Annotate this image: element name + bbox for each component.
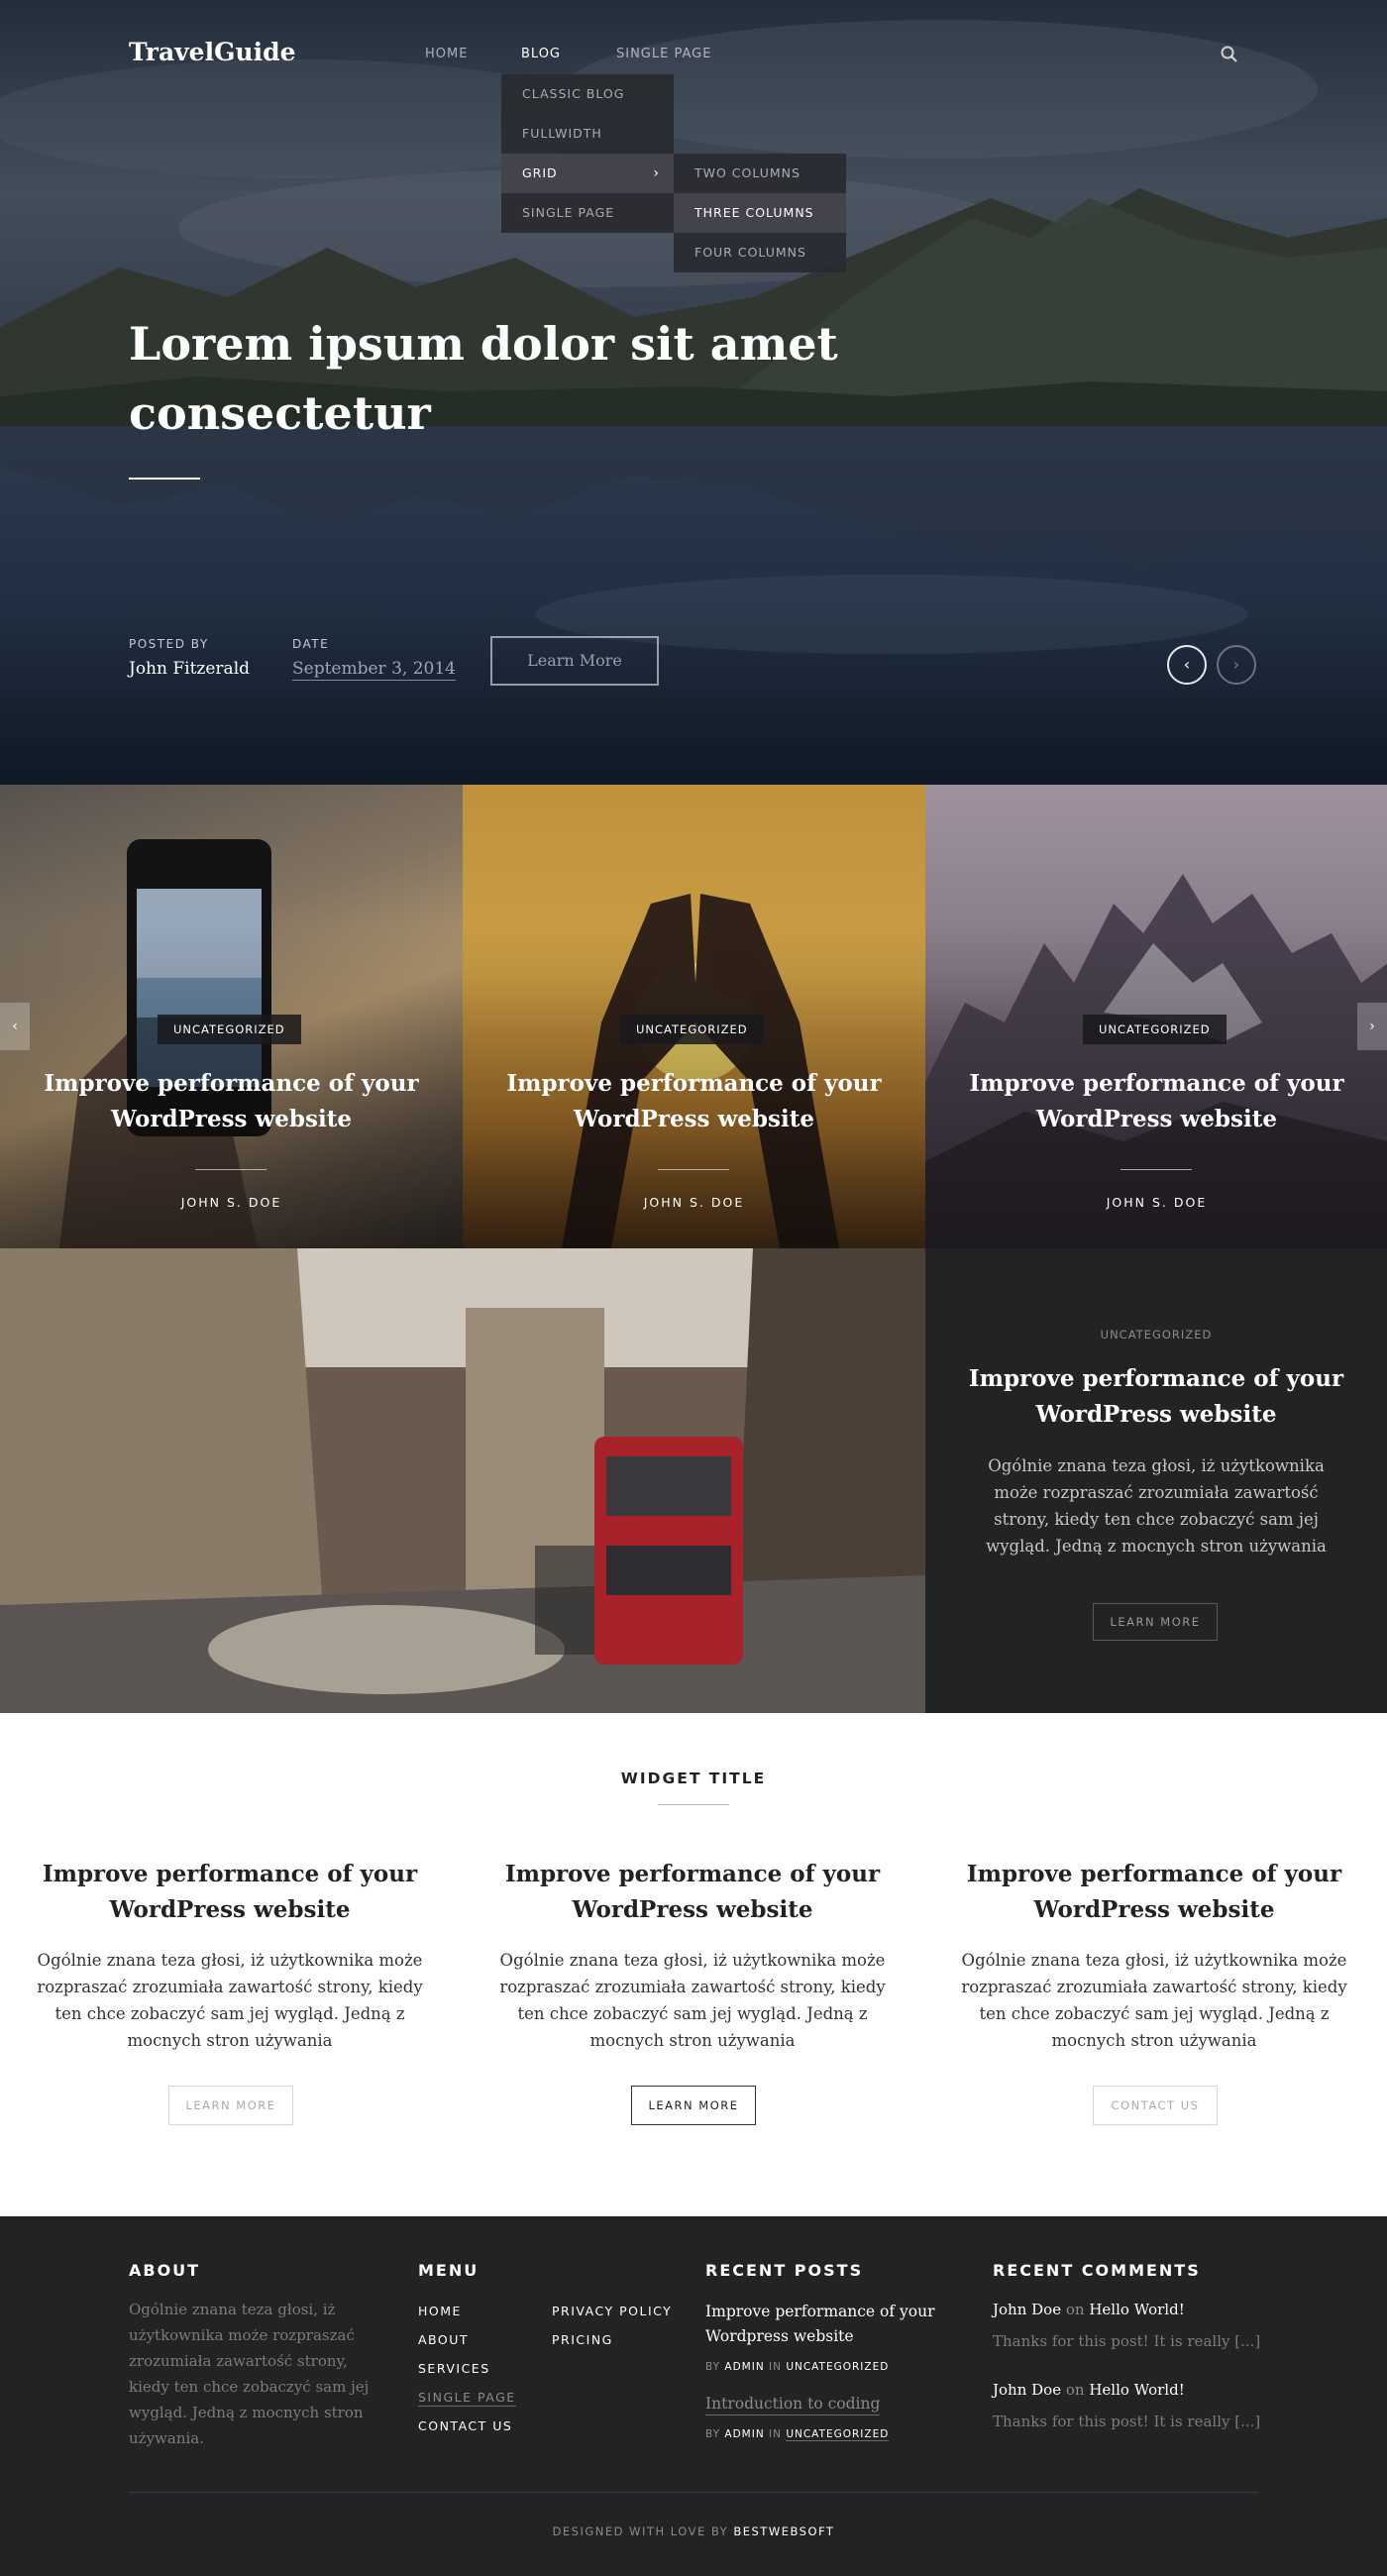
widget-col-3-contact-button[interactable]: CONTACT US <box>1093 2086 1218 2125</box>
recent-comment-1-post[interactable]: Hello World! <box>1089 2301 1184 2318</box>
recent-comment-2: John Doe on Hello World! <box>993 2381 1185 2399</box>
tile-3-divider <box>1120 1169 1192 1170</box>
recent-post-1-category[interactable]: UNCATEGORIZED <box>786 2361 889 2373</box>
recent-post-2-by: BY <box>705 2428 721 2440</box>
footer-link-privacy-policy[interactable]: PRIVACY POLICY <box>552 2304 672 2318</box>
tile-1-divider <box>195 1169 267 1170</box>
footer-link-single-page[interactable]: SINGLE PAGE <box>418 2390 516 2407</box>
recent-post-1-in: IN <box>769 2361 782 2373</box>
recent-comment-2-author[interactable]: John Doe <box>993 2381 1061 2399</box>
featured-learn-more-button[interactable]: LEARN MORE <box>1093 1603 1218 1641</box>
post-date-link[interactable]: September 3, 2014 <box>292 659 456 681</box>
widget-col-1-title[interactable]: Improve performance of your WordPress we… <box>27 1857 433 1928</box>
recent-comment-1-on: on <box>1065 2301 1085 2318</box>
blog-dropdown-menu: CLASSIC BLOG FULLWIDTH GRID › SINGLE PAGE <box>501 74 674 233</box>
widget-col-2-text: Ogólnie znana teza głosi, iż użytkownika… <box>499 1951 886 2050</box>
featured-excerpt: Ogólnie znana teza głosi, iż użytkownika… <box>986 1456 1327 1556</box>
footer-link-services[interactable]: SERVICES <box>418 2361 490 2376</box>
widget-col-3-title[interactable]: Improve performance of your WordPress we… <box>951 1857 1357 1928</box>
recent-comment-2-text[interactable]: Thanks for this post! It is really [...] <box>993 2413 1260 2430</box>
nav-home[interactable]: HOME <box>425 47 468 61</box>
tile-1-title[interactable]: Improve performance of your WordPress we… <box>0 1066 463 1137</box>
dropdown-item-grid-label: GRID <box>522 165 558 180</box>
footer-credit-brand-link[interactable]: BESTWEBSOFT <box>733 2524 834 2538</box>
footer-menu-heading: MENU <box>418 2261 480 2280</box>
recent-post-2-author[interactable]: ADMIN <box>724 2428 764 2440</box>
posted-by-label: POSTED BY <box>129 637 209 651</box>
recent-post-1-title[interactable]: Improve performance of your Wordpress we… <box>705 2300 953 2349</box>
widget-title: WIDGET TITLE <box>620 1770 767 1787</box>
dropdown-item-single-page[interactable]: SINGLE PAGE <box>501 193 674 233</box>
dropdown-item-grid[interactable]: GRID › <box>501 154 674 193</box>
footer-link-home[interactable]: HOME <box>418 2304 462 2318</box>
nav-blog[interactable]: BLOG <box>521 47 561 61</box>
recent-post-2-meta: BY ADMIN IN UNCATEGORIZED <box>705 2428 890 2441</box>
footer-link-about[interactable]: ABOUT <box>418 2332 469 2347</box>
submenu-item-two-columns[interactable]: TWO COLUMNS <box>674 154 846 193</box>
tile-3-author[interactable]: JOHN S. DOE <box>925 1195 1387 1210</box>
hero-divider <box>129 478 200 480</box>
tile-2-divider <box>658 1169 729 1170</box>
submenu-item-three-columns[interactable]: THREE COLUMNS <box>674 193 846 233</box>
site-logo[interactable]: TravelGuide <box>129 38 296 66</box>
dropdown-item-classic-blog[interactable]: CLASSIC BLOG <box>501 74 674 114</box>
recent-comment-1: John Doe on Hello World! <box>993 2301 1185 2318</box>
grid-submenu: TWO COLUMNS THREE COLUMNS FOUR COLUMNS <box>674 154 846 272</box>
recent-post-1-by: BY <box>705 2361 721 2373</box>
widget-col-2-title[interactable]: Improve performance of your WordPress we… <box>489 1857 896 1928</box>
widget-col-2-learn-more-button[interactable]: LEARN MORE <box>631 2086 756 2125</box>
tile-3-category-badge[interactable]: UNCATEGORIZED <box>1083 1015 1227 1044</box>
recent-post-2-in: IN <box>769 2428 782 2440</box>
recent-post-2-title[interactable]: Introduction to coding <box>705 2393 881 2415</box>
featured-title[interactable]: Improve performance of your WordPress we… <box>955 1361 1357 1433</box>
date-label: DATE <box>292 637 330 651</box>
recent-post-1-author[interactable]: ADMIN <box>724 2361 764 2373</box>
widget-col-1-learn-more-button[interactable]: LEARN MORE <box>168 2086 293 2125</box>
slider-prev-button[interactable]: ‹ <box>1167 645 1207 685</box>
footer-link-contact-us[interactable]: CONTACT US <box>418 2418 512 2433</box>
posted-by-author[interactable]: John Fitzerald <box>129 659 250 679</box>
recent-post-2-category[interactable]: UNCATEGORIZED <box>786 2428 890 2441</box>
recent-post-1-meta: BY ADMIN IN UNCATEGORIZED <box>705 2361 889 2373</box>
tile-1-category-badge[interactable]: UNCATEGORIZED <box>158 1015 301 1044</box>
submenu-item-four-columns[interactable]: FOUR COLUMNS <box>674 233 846 272</box>
footer-recent-comments-heading: RECENT COMMENTS <box>993 2261 1201 2280</box>
widget-col-1-text: Ogólnie znana teza głosi, iż użytkownika… <box>37 1951 423 2050</box>
recent-comment-2-on: on <box>1065 2381 1085 2399</box>
tile-2-author[interactable]: JOHN S. DOE <box>463 1195 925 1210</box>
dropdown-item-fullwidth[interactable]: FULLWIDTH <box>501 114 674 154</box>
tile-2-title[interactable]: Improve performance of your WordPress we… <box>463 1066 925 1137</box>
london-street-image[interactable] <box>0 1248 925 1713</box>
recent-comment-1-author[interactable]: John Doe <box>993 2301 1061 2318</box>
footer-credit-prefix: DESIGNED WITH LOVE BY <box>552 2524 729 2538</box>
recent-comment-1-text[interactable]: Thanks for this post! It is really [...] <box>993 2332 1260 2350</box>
slider-next-button[interactable]: › <box>1217 645 1256 685</box>
nav-single-page[interactable]: SINGLE PAGE <box>616 47 711 61</box>
widget-col-3-text: Ogólnie znana teza głosi, iż użytkownika… <box>961 1951 1347 2050</box>
recent-comment-2-post[interactable]: Hello World! <box>1089 2381 1184 2399</box>
chevron-right-icon: › <box>653 165 660 181</box>
featured-category[interactable]: UNCATEGORIZED <box>925 1328 1387 1342</box>
carousel-next-button[interactable]: › <box>1357 1003 1387 1050</box>
footer-divider <box>129 2492 1258 2493</box>
carousel-prev-button[interactable]: ‹ <box>0 1003 30 1050</box>
widget-divider <box>658 1804 729 1805</box>
london-bus-photo <box>0 1248 925 1713</box>
tile-1-author[interactable]: JOHN S. DOE <box>0 1195 463 1210</box>
search-icon[interactable] <box>1220 45 1239 64</box>
tile-2-category-badge[interactable]: UNCATEGORIZED <box>620 1015 764 1044</box>
hero-title[interactable]: Lorem ipsum dolor sit amet consectetur <box>129 309 842 448</box>
footer-about-heading: ABOUT <box>129 2261 201 2280</box>
footer-credit: DESIGNED WITH LOVE BY BESTWEBSOFT <box>0 2524 1387 2538</box>
tile-3-title[interactable]: Improve performance of your WordPress we… <box>925 1066 1387 1137</box>
footer-about-text: Ogólnie znana teza głosi, iż użytkownika… <box>129 2301 370 2447</box>
hero-learn-more-button[interactable]: Learn More <box>490 636 659 686</box>
footer-recent-posts-heading: RECENT POSTS <box>705 2261 864 2280</box>
footer-link-pricing[interactable]: PRICING <box>552 2332 613 2347</box>
